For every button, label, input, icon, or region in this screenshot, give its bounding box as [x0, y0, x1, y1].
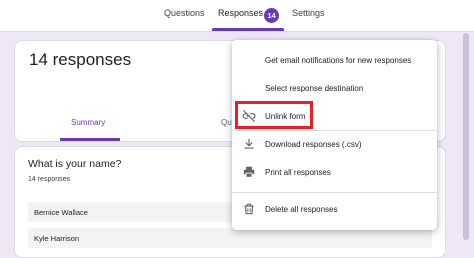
responses-count-badge: 14	[264, 8, 279, 23]
menu-item-print-responses[interactable]: Print all responses	[232, 160, 437, 184]
active-tab-indicator	[212, 28, 284, 31]
top-tab-bar: Questions Responses 14 Settings	[0, 0, 474, 32]
more-options-menu: Get email notifications for new response…	[232, 40, 437, 230]
menu-item-download-csv[interactable]: Download responses (.csv)	[232, 132, 437, 156]
answer-text: Bernice Wallace	[34, 208, 88, 217]
menu-item-delete-responses[interactable]: Delete all responses	[232, 197, 437, 221]
unlink-form-highlight	[235, 101, 313, 129]
menu-divider	[232, 130, 437, 131]
printer-icon	[242, 165, 256, 179]
menu-item-select-destination[interactable]: Select response destination	[232, 76, 437, 100]
menu-item-label: Get email notifications for new response…	[265, 56, 412, 65]
menu-item-label: Download responses (.csv)	[265, 140, 362, 149]
trash-icon	[242, 202, 256, 216]
tab-responses[interactable]: Responses	[218, 8, 263, 18]
question-title: What is your name?	[28, 158, 122, 170]
subtab-summary[interactable]: Summary	[71, 118, 105, 127]
question-response-count: 14 responses	[28, 176, 71, 183]
responses-count-title: 14 responses	[29, 50, 132, 69]
scrollbar[interactable]	[463, 33, 469, 240]
menu-item-label: Select response destination	[265, 84, 364, 93]
subtab-question[interactable]: Qu	[221, 118, 232, 127]
download-icon	[242, 137, 256, 151]
menu-divider	[232, 192, 437, 193]
answer-row: Kyle Harrison	[28, 228, 432, 248]
tab-settings[interactable]: Settings	[292, 8, 325, 18]
summary-tab-indicator	[60, 138, 120, 141]
tab-questions[interactable]: Questions	[164, 8, 205, 18]
menu-item-email-notifications[interactable]: Get email notifications for new response…	[232, 48, 437, 72]
answer-text: Kyle Harrison	[34, 234, 80, 243]
menu-item-label: Print all responses	[265, 168, 331, 177]
menu-item-label: Delete all responses	[265, 205, 338, 214]
